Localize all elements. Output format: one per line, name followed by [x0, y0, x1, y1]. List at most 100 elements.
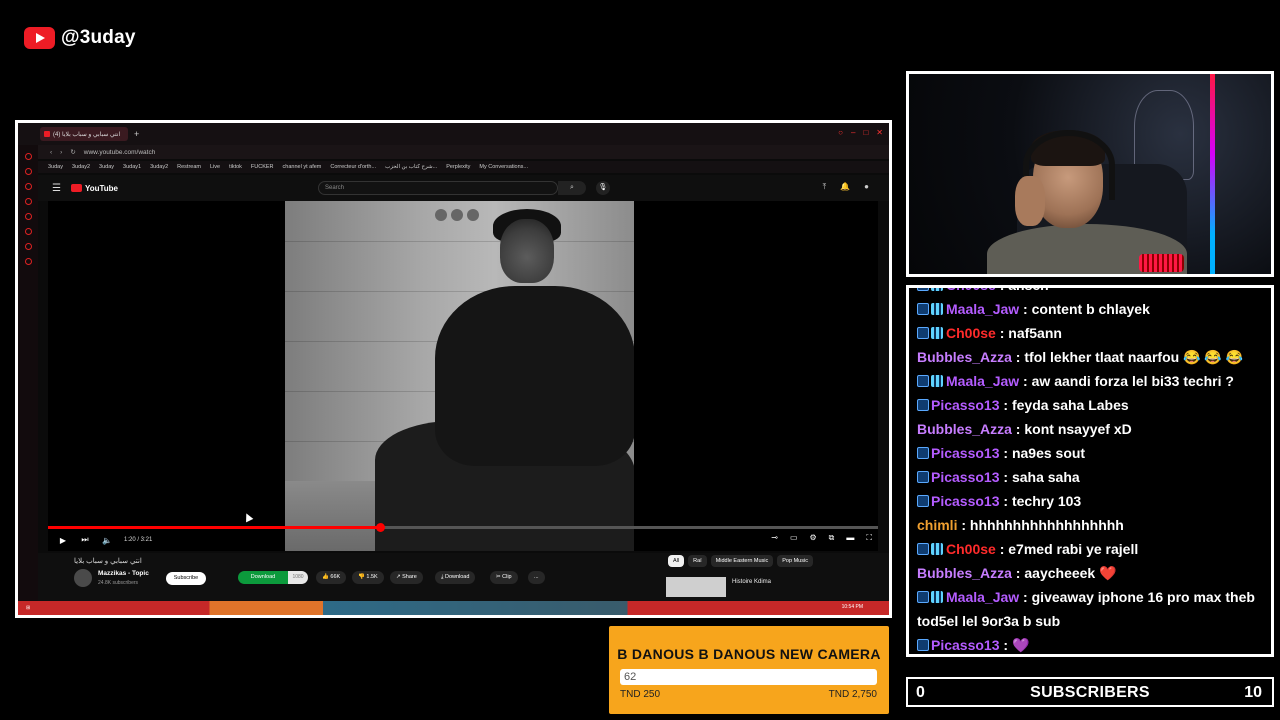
bookmark-item[interactable]: Live: [210, 164, 220, 170]
menu-icon[interactable]: ☰: [52, 183, 61, 194]
upload-icon[interactable]: ⤒: [823, 182, 827, 192]
sidebar-icon[interactable]: [24, 198, 32, 205]
download-label: Download: [444, 574, 470, 580]
browser-sidebar: [18, 145, 38, 615]
bookmark-item[interactable]: FUCKER: [251, 164, 274, 170]
subscriber-target: 10: [1244, 684, 1262, 701]
platform-badge-icon: [917, 303, 929, 315]
download-button[interactable]: ⤓ Download: [435, 571, 476, 584]
chat-text: techry 103: [1011, 493, 1082, 509]
chat-message: Maala_Jaw : aw aandi forza lel bi33 tech…: [909, 369, 1271, 393]
related-video-thumbnail[interactable]: [666, 577, 726, 597]
youtube-tab-icon: [44, 131, 50, 137]
search-icon[interactable]: ○: [838, 128, 843, 137]
captions-icon[interactable]: ▭: [790, 533, 798, 543]
sidebar-icon[interactable]: [24, 168, 32, 175]
pip-icon[interactable]: [451, 209, 463, 221]
more-button[interactable]: ...: [528, 571, 545, 584]
fullscreen-icon[interactable]: ⛶: [866, 533, 872, 543]
avatar[interactable]: ●: [864, 182, 869, 192]
bookmark-item[interactable]: 3uday1: [123, 164, 141, 170]
channel-subscriber-count: 24.8K subscribers: [98, 580, 139, 586]
related-video-title[interactable]: Histoire Kdima: [732, 579, 771, 585]
like-count: 66K: [330, 574, 341, 580]
bookmark-item[interactable]: Restream: [177, 164, 201, 170]
address-bar[interactable]: ‹ › ↻ www.youtube.com/watch: [38, 145, 889, 159]
clip-label: Clip: [502, 574, 512, 580]
autoplay-toggle[interactable]: ⊸: [771, 533, 778, 543]
download-extension-button[interactable]: Download: [238, 571, 288, 584]
browser-tab[interactable]: (4) انتي سبابي و سباب بلايا: [40, 127, 128, 141]
play-icon[interactable]: ▶: [56, 536, 70, 545]
miniplayer-icon[interactable]: ⧉: [829, 533, 835, 543]
dislike-button[interactable]: 👎 1.5K: [352, 571, 384, 584]
member-badge-icon: [931, 543, 943, 555]
minimize-icon[interactable]: –: [851, 128, 855, 137]
chip-all[interactable]: All: [668, 555, 685, 567]
theater-icon[interactable]: ▬: [846, 533, 854, 543]
member-badge-icon: [931, 591, 943, 603]
chat-username: Maala_Jaw: [946, 373, 1020, 389]
sidebar-icon[interactable]: [24, 258, 32, 265]
sidebar-icon[interactable]: [24, 213, 32, 220]
next-icon[interactable]: ⏭: [78, 535, 92, 545]
member-badge-icon: [931, 375, 943, 387]
search-input[interactable]: Search: [318, 181, 558, 195]
bookmark-item[interactable]: channel yt afem: [283, 164, 322, 170]
share-button[interactable]: ↗ Share: [390, 571, 423, 584]
player-controls: ▶ ⏭ 🔈 1:20 / 3:21 ⊸ ▭ ⚙ ⧉ ▬ ⛶: [48, 531, 878, 549]
back-icon[interactable]: ‹: [50, 149, 52, 156]
chat-text: kont nsayyef xD: [1024, 421, 1132, 437]
settings-icon[interactable]: ⚙: [810, 533, 817, 543]
bookmark-item[interactable]: My Conversations...: [479, 164, 528, 170]
goal-min: TND 250: [620, 689, 661, 700]
search-button[interactable]: ⌕: [558, 181, 586, 195]
bookmark-item[interactable]: شرح كتاب بن الحزب...: [385, 164, 437, 170]
reload-icon[interactable]: ↻: [70, 148, 75, 156]
bookmark-item[interactable]: 3uday: [48, 164, 63, 170]
url-text[interactable]: www.youtube.com/watch: [84, 149, 156, 156]
chip-rai[interactable]: Raï: [688, 555, 707, 567]
chip-middle-eastern[interactable]: Middle Eastern Music: [710, 555, 774, 567]
window-controls: ○ – □ ✕: [838, 128, 883, 137]
screen-capture: (4) انتي سبابي و سباب بلايا + ○ – □ ✕ ‹ …: [15, 120, 892, 618]
start-icon[interactable]: ⊞: [26, 605, 30, 611]
video-progress-bar[interactable]: [48, 523, 878, 532]
dislike-count: 1.5K: [366, 574, 378, 580]
bookmark-item[interactable]: 3uday2: [72, 164, 90, 170]
channel-name[interactable]: Mazzikas - Topic: [98, 570, 149, 577]
bookmark-item[interactable]: 3uday2: [150, 164, 168, 170]
maximize-icon[interactable]: □: [863, 128, 868, 137]
microphone-icon[interactable]: 🎙: [596, 181, 610, 195]
sidebar-icon[interactable]: [24, 243, 32, 250]
close-icon[interactable]: ✕: [876, 128, 883, 137]
notifications-icon[interactable]: 🔔: [840, 182, 850, 192]
sidebar-icon[interactable]: [24, 183, 32, 190]
overlay-buttons: [435, 209, 479, 221]
bookmark-item[interactable]: tiktok: [229, 164, 242, 170]
youtube-logo[interactable]: YouTube: [70, 184, 118, 193]
bookmark-item[interactable]: Correcteur d'orth...: [330, 164, 376, 170]
like-button[interactable]: 👍 66K: [316, 571, 347, 584]
copy-icon[interactable]: [435, 209, 447, 221]
chip-pop[interactable]: Pop Music: [777, 555, 813, 567]
neon-light: [1210, 74, 1215, 274]
close-icon[interactable]: [467, 209, 479, 221]
quality-select[interactable]: 1080: [288, 571, 308, 584]
bookmark-item[interactable]: Perplexity: [446, 164, 470, 170]
microphone: [1139, 254, 1184, 272]
sidebar-icon[interactable]: [24, 153, 32, 160]
platform-badge-icon: [917, 288, 929, 291]
clip-button[interactable]: ✂ Clip: [490, 571, 518, 584]
chat-username: Bubbles_Azza: [917, 565, 1012, 581]
sidebar-icon[interactable]: [24, 228, 32, 235]
chat-username: chimli: [917, 517, 958, 533]
subscribe-button[interactable]: Subscribe: [166, 572, 206, 585]
chat-message: Picasso13 : na9es sout: [909, 441, 1271, 465]
bookmark-item[interactable]: 3uday: [99, 164, 114, 170]
video-player[interactable]: [48, 201, 878, 551]
new-tab-icon[interactable]: +: [134, 129, 139, 139]
forward-icon[interactable]: ›: [60, 149, 62, 156]
volume-icon[interactable]: 🔈: [100, 536, 114, 545]
channel-avatar[interactable]: [74, 569, 92, 587]
